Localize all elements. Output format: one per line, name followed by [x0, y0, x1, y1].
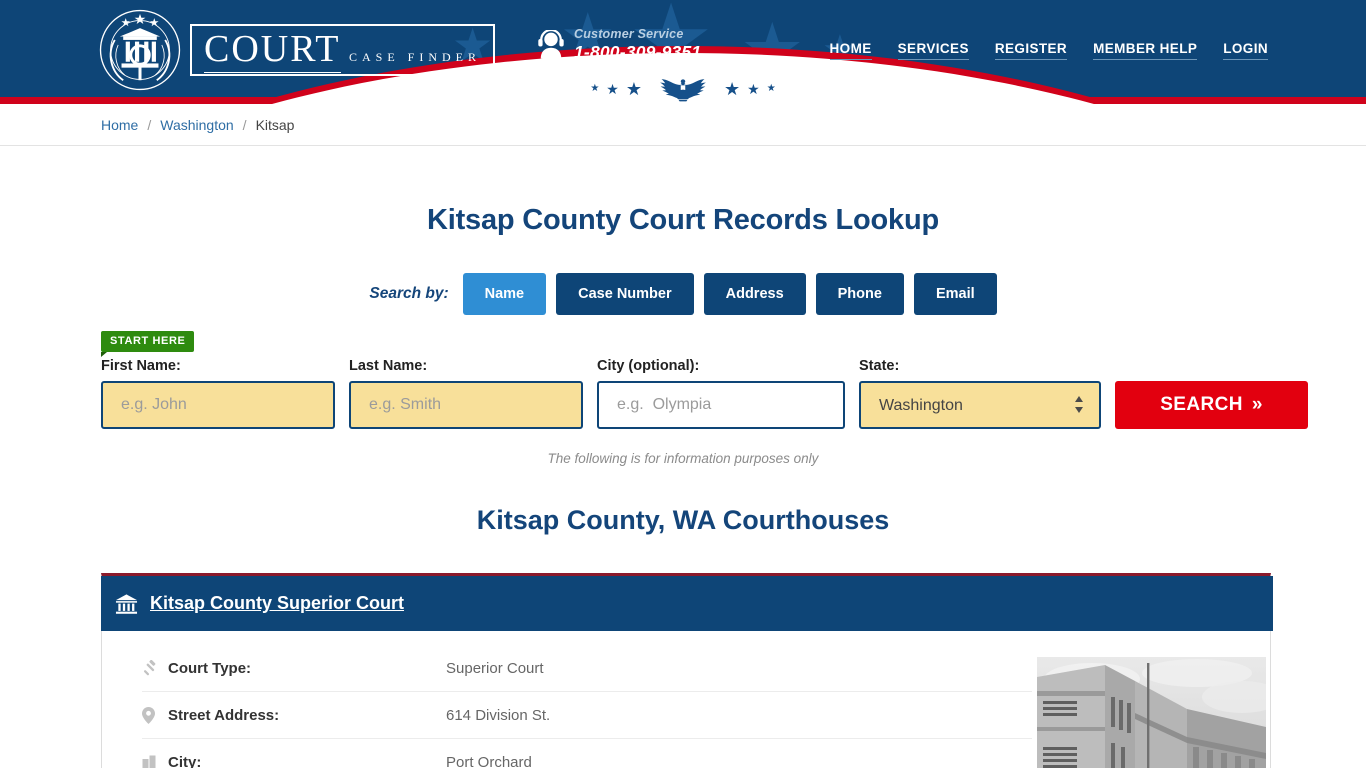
site-logo[interactable]: COURT CASE FINDER [98, 8, 495, 92]
city-input[interactable] [597, 381, 845, 429]
start-here-badge: START HERE [101, 331, 195, 357]
nav-item-member-help[interactable]: MEMBER HELP [1093, 41, 1198, 60]
tab-name[interactable]: Name [462, 273, 547, 315]
tab-phone[interactable]: Phone [815, 273, 904, 315]
search-button-label: SEARCH [1160, 394, 1243, 415]
court-card: Kitsap County Superior Court Court Type:… [101, 573, 1273, 768]
court-card-header: Kitsap County Superior Court [101, 576, 1273, 631]
nav-item-login[interactable]: LOGIN [1223, 41, 1268, 60]
search-by-tabs: Search by: Name Case Number Address Phon… [98, 273, 1268, 315]
gavel-icon [142, 660, 168, 676]
city-icon [142, 755, 168, 768]
court-detail-list: Court Type: Superior Court Street Addres… [102, 645, 1032, 768]
disclaimer-text: The following is for information purpose… [547, 451, 819, 466]
main-content: Kitsap County Court Records Lookup Searc… [98, 204, 1308, 768]
headset-support-icon [538, 29, 564, 59]
chevron-right-icon: » [1251, 394, 1263, 415]
table-row: City: Port Orchard [142, 739, 1032, 768]
courthouse-photo [1036, 657, 1266, 768]
breadcrumb-separator: / [147, 116, 152, 133]
breadcrumb: Home / Washington / Kitsap [98, 117, 1268, 133]
city-label-row: City: [168, 753, 202, 768]
tab-email[interactable]: Email [913, 273, 997, 315]
site-header: ★ ★ ★ ★ ★ ★ ★ ★ ★ ★ ★ [0, 0, 1366, 104]
breadcrumb-bar: Home / Washington / Kitsap [0, 104, 1366, 146]
map-pin-icon [142, 706, 168, 724]
customer-service: Customer Service 1-800-309-9351 [537, 27, 701, 62]
court-type-value: Superior Court [446, 659, 544, 677]
section-title-courthouses: Kitsap County, WA Courthouses [476, 505, 890, 535]
court-name-link[interactable]: Kitsap County Superior Court [150, 593, 404, 614]
table-row: Court Type: Superior Court [142, 645, 1032, 692]
city-value-row: Port Orchard [446, 753, 532, 768]
breadcrumb-separator: / [242, 116, 247, 133]
customer-service-label: Customer Service [573, 27, 684, 41]
state-label: State: [859, 358, 900, 374]
logo-text-secondary: CASE FINDER [348, 50, 481, 64]
state-field-group: State: Washington [859, 358, 1101, 429]
logo-text-primary: COURT [204, 28, 341, 73]
last-name-input[interactable] [349, 381, 583, 429]
last-name-label: Last Name: [349, 358, 428, 374]
street-address-label: Street Address: [168, 706, 280, 724]
search-by-label: Search by: [369, 285, 449, 302]
court-type-label: Court Type: [168, 659, 252, 677]
search-button[interactable]: SEARCH » [1115, 381, 1308, 429]
last-name-field-group: Last Name: [349, 358, 583, 429]
tab-address[interactable]: Address [703, 273, 806, 315]
customer-service-phone[interactable]: 1-800-309-9351 [574, 42, 701, 62]
search-form: START HERE First Name: Last Name: City (… [98, 331, 1308, 429]
court-photo-container [1032, 645, 1270, 768]
bank-courthouse-icon [115, 593, 138, 614]
city-field-group: City (optional): [597, 358, 845, 429]
breadcrumb-item-kitsap: Kitsap [255, 116, 295, 133]
nav-item-home[interactable]: HOME [829, 41, 872, 60]
breadcrumb-item-home[interactable]: Home [101, 117, 138, 133]
main-navigation: HOME SERVICES REGISTER MEMBER HELP LOGIN [829, 41, 1268, 60]
first-name-field-group: First Name: [101, 358, 335, 429]
court-card-body: Court Type: Superior Court Street Addres… [102, 631, 1270, 768]
breadcrumb-item-washington[interactable]: Washington [160, 117, 233, 133]
page-title: Kitsap County Court Records Lookup [427, 204, 939, 236]
nav-item-services[interactable]: SERVICES [897, 41, 969, 60]
city-label: City (optional): [597, 358, 700, 374]
first-name-label: First Name: [101, 358, 181, 374]
state-select[interactable]: Washington [859, 381, 1101, 429]
street-address-value: 614 Division St. [446, 706, 551, 724]
tab-case-number[interactable]: Case Number [556, 273, 694, 315]
nav-item-register[interactable]: REGISTER [994, 41, 1068, 60]
table-row: Street Address: 614 Division St. [142, 692, 1032, 739]
court-seal-icon [99, 9, 181, 91]
first-name-input[interactable] [101, 381, 335, 429]
